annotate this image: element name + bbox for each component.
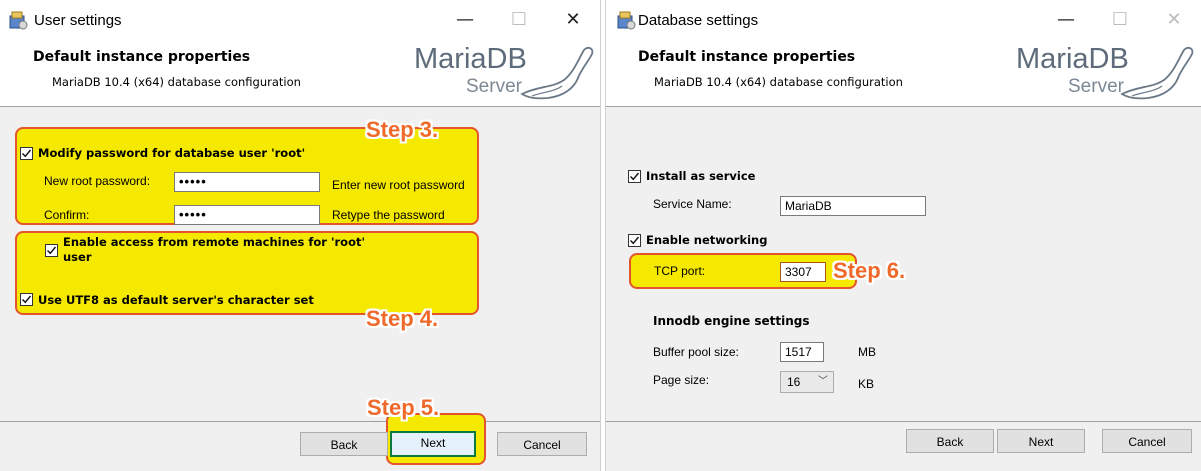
maximize-icon[interactable]: ☐ (504, 9, 534, 30)
install-service-checkbox[interactable] (628, 170, 641, 183)
page-size-value: 16 (787, 375, 801, 389)
header-banner: Default instance properties MariaDB 10.4… (606, 42, 1201, 107)
title-bar: User settings — ☐ ✕ (0, 0, 600, 42)
checkmark-icon (47, 246, 57, 255)
page-subtitle: MariaDB 10.4 (x64) database configuratio… (52, 75, 301, 89)
close-icon[interactable]: ✕ (558, 9, 588, 30)
buffer-pool-label: Buffer pool size: (653, 345, 739, 359)
service-name-input[interactable]: MariaDB (780, 196, 926, 216)
footer-divider (606, 421, 1201, 422)
mariadb-logo-text: MariaDB (414, 43, 527, 75)
window-title: User settings (34, 12, 122, 29)
confirm-password-input[interactable]: ••••• (174, 205, 320, 225)
next-button[interactable]: Next (390, 431, 476, 457)
remote-access-label-line1: Enable access from remote machines for '… (63, 235, 365, 249)
checkmark-icon (630, 172, 640, 181)
mariadb-seal-logo-icon (520, 47, 594, 100)
step4-label: Step 4. (366, 306, 439, 331)
step5-label: Step 5. (367, 395, 440, 420)
tcp-port-label: TCP port: (654, 264, 706, 278)
enable-networking-checkbox[interactable] (628, 234, 641, 247)
new-password-input[interactable]: ••••• (174, 172, 320, 192)
utf8-checkbox[interactable] (20, 293, 33, 306)
minimize-icon[interactable]: — (1051, 9, 1081, 30)
enable-networking-label: Enable networking (646, 233, 768, 247)
confirm-label: Confirm: (44, 208, 90, 222)
checkmark-icon (630, 236, 640, 245)
cancel-button[interactable]: Cancel (497, 432, 587, 456)
user-settings-window: User settings — ☐ ✕ Default instance pro… (0, 0, 601, 471)
database-settings-window: Database settings — ☐ ✕ Default instance… (605, 0, 1201, 471)
server-logo-text: Server (1068, 76, 1124, 97)
installer-icon (9, 11, 28, 30)
step6-label: Step 6. (833, 258, 906, 283)
page-title: Default instance properties (33, 49, 251, 65)
close-icon[interactable]: ✕ (1159, 9, 1189, 30)
page-subtitle: MariaDB 10.4 (x64) database configuratio… (654, 75, 903, 89)
buffer-pool-input[interactable]: 1517 (780, 342, 824, 362)
page-size-select[interactable]: 16 ﹀ (780, 371, 834, 393)
page-size-unit: KB (858, 377, 875, 391)
confirm-password-hint: Retype the password (332, 208, 445, 222)
modify-password-checkbox[interactable] (20, 147, 33, 160)
mariadb-logo-text: MariaDB (1016, 43, 1129, 75)
page-size-label: Page size: (653, 373, 710, 387)
new-password-hint: Enter new root password (332, 178, 465, 192)
back-button[interactable]: Back (906, 429, 994, 453)
page-title: Default instance properties (638, 49, 856, 65)
tcp-port-input[interactable]: 3307 (780, 262, 826, 282)
install-service-label: Install as service (646, 169, 756, 183)
mariadb-seal-logo-icon (1120, 47, 1194, 100)
title-bar: Database settings — ☐ ✕ (606, 0, 1201, 42)
service-name-label: Service Name: (653, 197, 732, 211)
checkmark-icon (22, 149, 32, 158)
maximize-icon[interactable]: ☐ (1105, 9, 1135, 30)
cancel-button[interactable]: Cancel (1102, 429, 1192, 453)
installer-icon (617, 11, 636, 30)
step3-label: Step 3. (366, 117, 439, 142)
remote-access-label-line2: user (63, 250, 92, 264)
chevron-down-icon: ﹀ (818, 376, 828, 387)
buffer-pool-unit: MB (858, 345, 876, 359)
innodb-heading: Innodb engine settings (653, 314, 810, 328)
modify-password-label: Modify password for database user 'root' (38, 146, 306, 160)
checkmark-icon (22, 295, 32, 304)
new-password-label: New root password: (44, 174, 151, 188)
back-button[interactable]: Back (300, 432, 388, 456)
footer-divider (0, 421, 600, 422)
header-banner: Default instance properties MariaDB 10.4… (0, 42, 600, 107)
server-logo-text: Server (466, 76, 522, 97)
utf8-label: Use UTF8 as default server's character s… (38, 293, 314, 307)
remote-access-checkbox[interactable] (45, 244, 58, 257)
next-button[interactable]: Next (997, 429, 1085, 453)
minimize-icon[interactable]: — (450, 9, 480, 30)
window-title: Database settings (638, 12, 759, 29)
